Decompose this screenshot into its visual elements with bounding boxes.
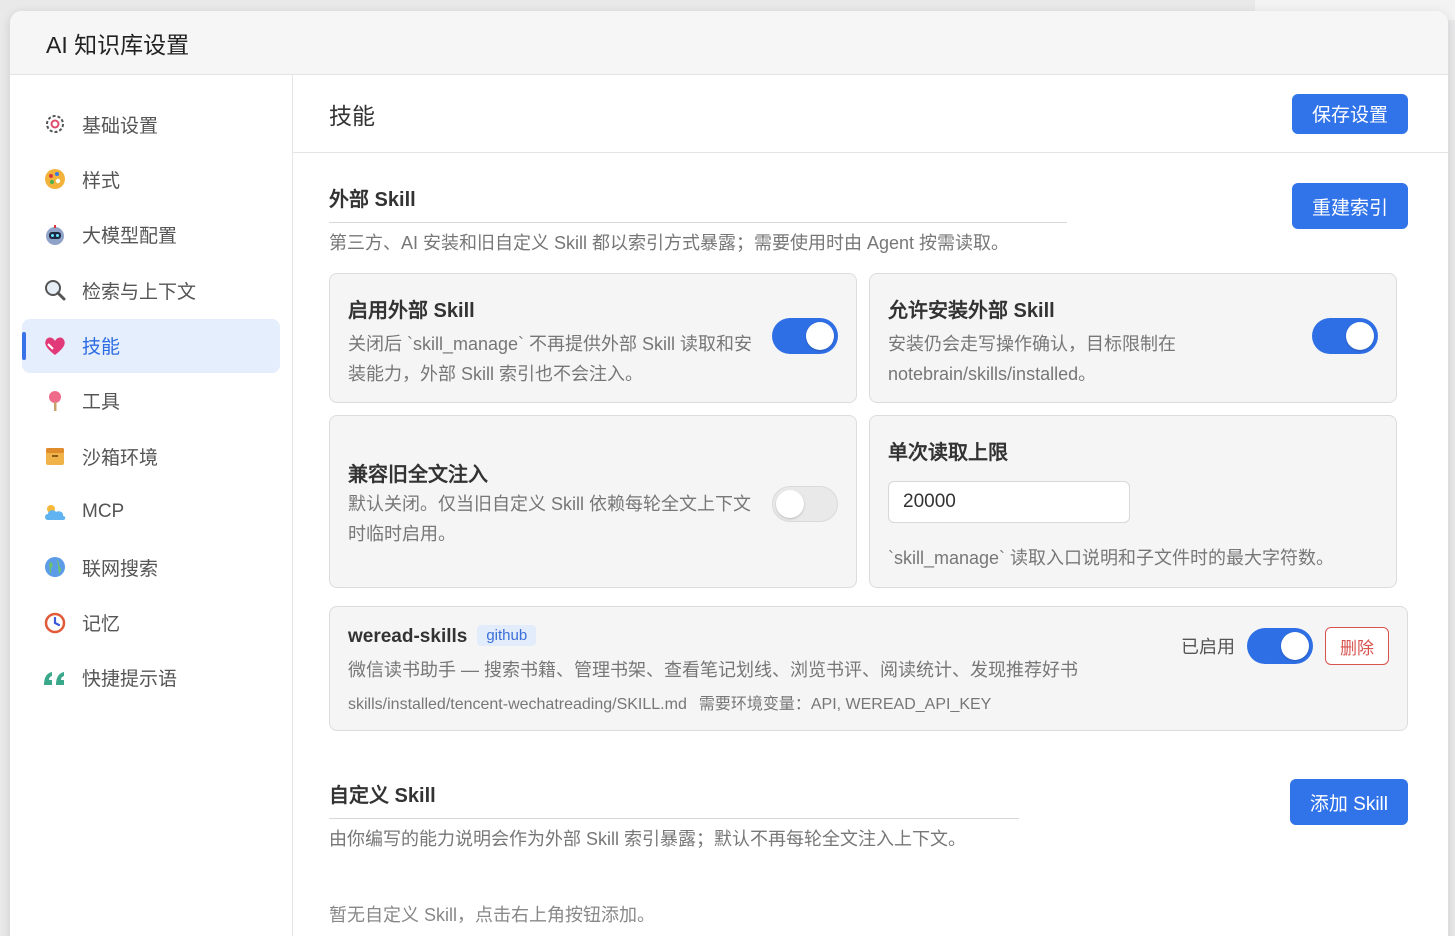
skill-actions: 已启用 删除 (1181, 625, 1389, 665)
card-title: 单次读取上限 (888, 442, 1008, 464)
sidebar-item-basic[interactable]: 基础设置 (22, 97, 280, 151)
sidebar-item-label: 检索与上下文 (82, 281, 197, 303)
sidebar-item-sandbox[interactable]: 沙箱环境 (22, 429, 280, 483)
skill-desc: 微信读书助手 — 搜索书籍、管理书架、查看笔记划线、浏览书评、阅读统计、发现推荐… (348, 660, 1078, 680)
skill-env: 需要环境变量：API, WEREAD_API_KEY (698, 696, 992, 713)
read-limit-input[interactable] (888, 481, 1130, 523)
section-title: 外部 Skill (329, 183, 1067, 223)
skill-info: weread-skills github 微信读书助手 — 搜索书籍、管理书架、查… (348, 625, 1078, 714)
dialog-header: AI 知识库设置 (10, 11, 1448, 75)
skill-status-label: 已启用 (1181, 637, 1235, 657)
card-title: 允许安装外部 Skill (888, 300, 1055, 322)
dialog-body: 基础设置 样式 大模型配置 检索与上下文 技能 工具 沙箱环境 MCP 联网搜索… (10, 75, 1448, 936)
box-icon (42, 443, 68, 469)
allow-install-card: 允许安装外部 Skill 安装仍会走写操作确认，目标限制在 notebrain/… (869, 273, 1397, 403)
legacy-injection-card: 兼容旧全文注入 默认关闭。仅当旧自定义 Skill 依赖每轮全文上下文时临时启用… (329, 415, 857, 588)
external-skill-options-grid: 启用外部 Skill 关闭后 `skill_manage` 不再提供外部 Ski… (329, 273, 1408, 588)
sidebar-item-label: 工具 (82, 392, 121, 414)
cloud-icon (42, 499, 68, 525)
sidebar-item-tools[interactable]: 工具 (22, 374, 280, 428)
external-skill-heading: 外部 Skill 第三方、AI 安装和旧自定义 Skill 都以索引方式暴露；需… (329, 183, 1067, 255)
external-skill-section-head: 外部 Skill 第三方、AI 安装和旧自定义 Skill 都以索引方式暴露；需… (329, 183, 1408, 255)
card-row: 关闭后 `skill_manage` 不再提供外部 Skill 读取和安装能力，… (348, 318, 838, 389)
pin-icon (42, 388, 68, 414)
source-badge: github (477, 625, 537, 646)
skill-name-row: weread-skills github (348, 625, 1078, 648)
add-skill-button[interactable]: 添加 Skill (1289, 779, 1408, 825)
card-desc: 关闭后 `skill_manage` 不再提供外部 Skill 读取和安装能力，… (348, 334, 753, 384)
sidebar-item-label: 基础设置 (82, 115, 159, 137)
sidebar-item-label: 样式 (82, 170, 121, 192)
sidebar-item-style[interactable]: 样式 (22, 152, 280, 206)
section-desc: 由你编写的能力说明会作为外部 Skill 索引暴露；默认不再每轮全文注入上下文。 (329, 829, 967, 849)
skill-path: skills/installed/tencent-wechatreading/S… (348, 696, 687, 713)
dialog-title: AI 知识库设置 (46, 31, 190, 58)
main-header: 技能 保存设置 (293, 75, 1448, 153)
robot-icon (42, 222, 68, 248)
sidebar-item-retrieval[interactable]: 检索与上下文 (22, 263, 280, 317)
section-title: 自定义 Skill (329, 779, 1019, 819)
skill-enabled-toggle[interactable] (1247, 628, 1313, 664)
content: 外部 Skill 第三方、AI 安装和旧自定义 Skill 都以索引方式暴露；需… (293, 183, 1448, 927)
main-panel: 技能 保存设置 外部 Skill 第三方、AI 安装和旧自定义 Skill 都以… (293, 75, 1448, 936)
palette-icon (42, 166, 68, 192)
quote-icon (42, 665, 68, 691)
delete-skill-button[interactable]: 删除 (1325, 627, 1389, 665)
sidebar-item-mcp[interactable]: MCP (22, 485, 280, 539)
sidebar-item-label: 记忆 (82, 614, 121, 636)
card-desc: `skill_manage` 读取入口说明和子文件时的最大字符数。 (888, 548, 1335, 568)
custom-skill-heading: 自定义 Skill 由你编写的能力说明会作为外部 Skill 索引暴露；默认不再… (329, 779, 1019, 851)
enable-external-skill-card: 启用外部 Skill 关闭后 `skill_manage` 不再提供外部 Ski… (329, 273, 857, 403)
legacy-injection-toggle[interactable] (772, 486, 838, 522)
enable-external-skill-toggle[interactable] (772, 318, 838, 354)
magnifier-icon (42, 277, 68, 303)
sidebar-item-label: 联网搜索 (82, 558, 159, 580)
sidebar-item-label: MCP (82, 500, 125, 522)
sidebar-item-skills[interactable]: 技能 (22, 318, 280, 373)
section-desc: 第三方、AI 安装和旧自定义 Skill 都以索引方式暴露；需要使用时由 Age… (329, 233, 1010, 253)
card-desc: 安装仍会走写操作确认，目标限制在 notebrain/skills/instal… (888, 334, 1176, 384)
installed-skill-card: weread-skills github 微信读书助手 — 搜索书籍、管理书架、查… (329, 606, 1408, 731)
rebuild-index-button[interactable]: 重建索引 (1291, 183, 1408, 229)
read-limit-card: 单次读取上限 `skill_manage` 读取入口说明和子文件时的最大字符数。 (869, 415, 1397, 588)
custom-skill-section-head: 自定义 Skill 由你编写的能力说明会作为外部 Skill 索引暴露；默认不再… (329, 779, 1408, 851)
sidebar-item-label: 大模型配置 (82, 226, 178, 248)
memory-icon (42, 610, 68, 636)
skill-name: weread-skills (348, 626, 468, 647)
sidebar-item-memory[interactable]: 记忆 (22, 596, 280, 650)
heart-hands-icon (42, 333, 68, 359)
sidebar-item-label: 快捷提示语 (82, 669, 178, 691)
sidebar-item-llm[interactable]: 大模型配置 (22, 208, 280, 262)
sidebar-item-label: 技能 (82, 337, 121, 359)
card-desc: 默认关闭。仅当旧自定义 Skill 依赖每轮全文上下文时临时启用。 (348, 494, 752, 544)
sidebar-item-label: 沙箱环境 (82, 447, 159, 469)
settings-dialog: AI 知识库设置 基础设置 样式 大模型配置 检索与上下文 技能 工具 沙箱环境… (10, 11, 1448, 936)
skill-meta: skills/installed/tencent-wechatreading/S… (348, 690, 1078, 714)
card-title: 启用外部 Skill (348, 300, 475, 322)
page-title: 技能 (329, 102, 375, 129)
sidebar-item-quick-prompts[interactable]: 快捷提示语 (22, 651, 280, 705)
save-settings-button[interactable]: 保存设置 (1291, 93, 1408, 134)
sidebar-item-web-search[interactable]: 联网搜索 (22, 540, 280, 594)
empty-state-text: 暂无自定义 Skill，点击右上角按钮添加。 (329, 905, 656, 925)
globe-icon (42, 554, 68, 580)
gear-icon (42, 111, 68, 137)
card-title: 兼容旧全文注入 (348, 464, 488, 486)
allow-install-toggle[interactable] (1312, 318, 1378, 354)
card-row: 安装仍会走写操作确认，目标限制在 notebrain/skills/instal… (888, 318, 1378, 389)
sidebar: 基础设置 样式 大模型配置 检索与上下文 技能 工具 沙箱环境 MCP 联网搜索… (10, 75, 293, 936)
card-row: 默认关闭。仅当旧自定义 Skill 依赖每轮全文上下文时临时启用。 (348, 486, 838, 549)
